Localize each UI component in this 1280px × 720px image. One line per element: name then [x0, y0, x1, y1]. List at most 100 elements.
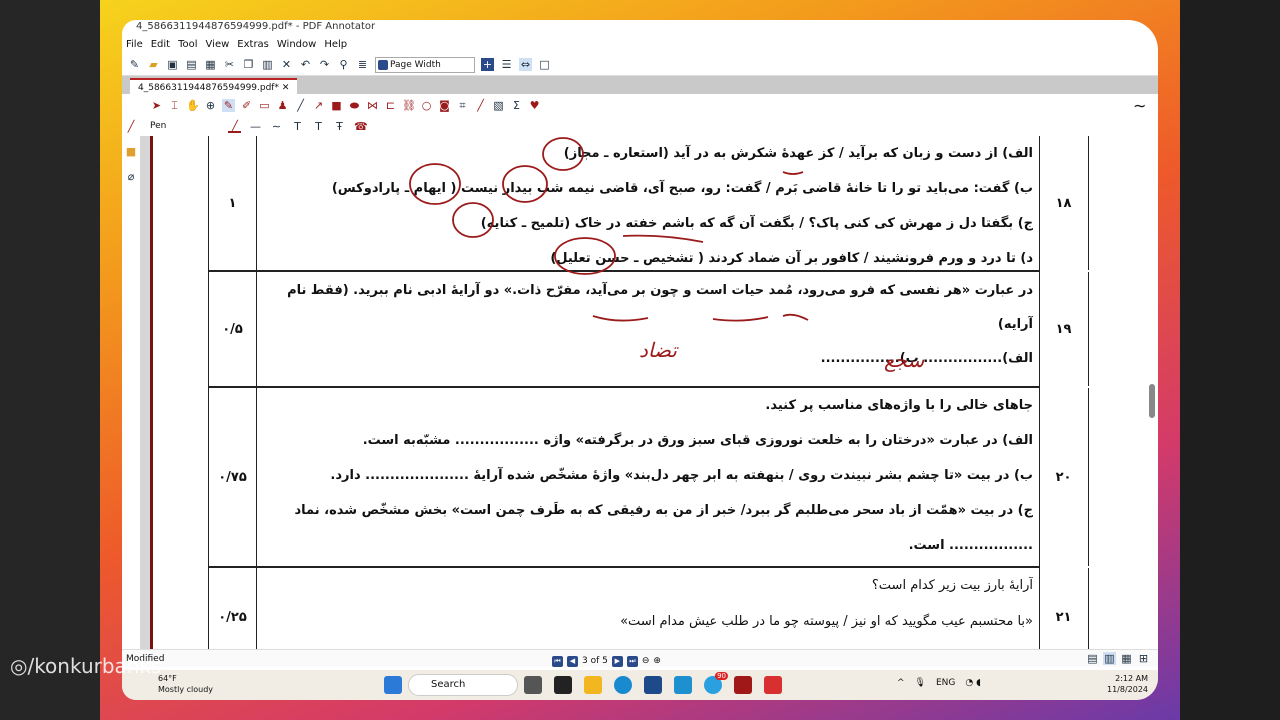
tab-strip: 4_5866311944876594999.pdf* ✕: [122, 76, 1158, 94]
taskbar-search[interactable]: Search: [408, 674, 518, 696]
text-select-icon[interactable]: ⌶: [168, 99, 181, 112]
document-viewport[interactable]: ۱ الف) از دست و زبان که برآید / کز عهدهٔ…: [140, 136, 1120, 649]
zoom-in-icon[interactable]: +: [481, 58, 494, 71]
document-tab[interactable]: 4_5866311944876594999.pdf* ✕: [130, 78, 298, 94]
pdf-annotator-icon[interactable]: [734, 676, 752, 694]
edge-icon[interactable]: [614, 676, 632, 694]
start-icon[interactable]: [384, 676, 402, 694]
line-width-icon[interactable]: —: [249, 120, 262, 133]
cut-icon[interactable]: ✂: [223, 58, 236, 71]
lasso-icon[interactable]: ○: [420, 99, 433, 112]
open-folder-icon[interactable]: ▰: [147, 58, 160, 71]
stamp-icon[interactable]: ♟: [276, 99, 289, 112]
arrow-icon[interactable]: ↗: [312, 99, 325, 112]
file-explorer-icon[interactable]: [584, 676, 602, 694]
menu-window[interactable]: Window: [277, 36, 316, 54]
menu-help[interactable]: Help: [324, 36, 347, 54]
single-page-view-icon[interactable]: ▤: [1086, 652, 1099, 665]
ruler-icon[interactable]: ╱: [474, 99, 487, 112]
two-page-view-icon[interactable]: ▦: [1120, 652, 1133, 665]
close-tab-icon[interactable]: ✕: [282, 83, 290, 93]
first-page-button[interactable]: ⏮: [552, 655, 563, 667]
redo-icon[interactable]: ↷: [318, 58, 331, 71]
next-page-button[interactable]: ▶: [611, 655, 623, 667]
line-icon[interactable]: ╱: [294, 99, 307, 112]
fit-width-icon[interactable]: ⇔: [519, 58, 532, 71]
find-icon[interactable]: ⚲: [337, 58, 350, 71]
vertical-scrollbar[interactable]: [1149, 384, 1155, 418]
highlighter-side-icon[interactable]: ■: [125, 145, 138, 158]
fit-height-icon[interactable]: ☰: [500, 58, 513, 71]
red-app-icon[interactable]: [764, 676, 782, 694]
language-indicator[interactable]: ENG: [936, 678, 955, 688]
rectangle-icon[interactable]: ■: [330, 99, 343, 112]
undo-icon[interactable]: ↶: [299, 58, 312, 71]
menu-edit[interactable]: Edit: [151, 36, 170, 54]
page-indicator[interactable]: 3 of 5: [582, 652, 608, 670]
callout-icon[interactable]: ⋈: [366, 99, 379, 112]
continuous-view-icon[interactable]: ▥: [1103, 652, 1116, 665]
link-icon[interactable]: ⛓: [402, 99, 416, 112]
tab-label: 4_5866311944876594999.pdf*: [138, 83, 279, 93]
telegram-icon[interactable]: 90: [704, 672, 728, 694]
select-arrow-icon[interactable]: ➤: [150, 99, 163, 112]
clock[interactable]: 2:12 AM 11/8/2024: [1107, 673, 1148, 695]
task-view-icon[interactable]: [554, 676, 572, 694]
clip-icon[interactable]: ⌀: [125, 170, 138, 183]
delete-icon[interactable]: ✕: [280, 58, 293, 71]
menu-view[interactable]: View: [206, 36, 230, 54]
wifi-volume-icon[interactable]: ◔ ◖: [965, 678, 980, 688]
app-icon[interactable]: [524, 676, 542, 694]
crop-icon[interactable]: ⌗: [456, 99, 469, 112]
search-placeholder: Search: [431, 679, 466, 690]
ellipse-icon[interactable]: ⬬: [348, 99, 361, 112]
highlighter-icon[interactable]: ✐: [240, 99, 253, 112]
sigma-icon[interactable]: Σ: [510, 99, 523, 112]
mic-icon[interactable]: 🎙: [915, 678, 926, 688]
annotation-circle: [409, 163, 461, 205]
grid-view-icon[interactable]: ⊞: [1137, 652, 1150, 665]
menu-file[interactable]: File: [126, 36, 143, 54]
tool-name: Pen: [150, 121, 167, 131]
print-icon[interactable]: ▦: [204, 58, 217, 71]
pen-app-icon[interactable]: [674, 676, 692, 694]
favorites-heart-icon[interactable]: ♥: [528, 99, 541, 112]
last-page-button[interactable]: ⏭: [626, 655, 638, 667]
image-icon[interactable]: ▧: [492, 99, 505, 112]
back-icon[interactable]: ⊖: [642, 652, 650, 670]
pdf-annotator-window: 4_5866311944876594999.pdf* - PDF Annotat…: [122, 20, 1158, 700]
window-title: 4_5866311944876594999.pdf* - PDF Annotat…: [136, 21, 376, 32]
store-icon[interactable]: [644, 676, 662, 694]
copy-icon[interactable]: ❐: [242, 58, 255, 71]
tray-chevron-icon[interactable]: ^: [897, 678, 905, 688]
full-page-icon[interactable]: □: [538, 58, 551, 71]
hand-icon[interactable]: ✋: [186, 99, 200, 112]
menu-tool[interactable]: Tool: [178, 36, 197, 54]
magnifier-icon[interactable]: ⊕: [204, 99, 217, 112]
pen-color-icon[interactable]: ╱: [228, 120, 241, 133]
annotation-circle: [554, 237, 616, 275]
status-bar: Modified ⏮ ◀ 3 of 5 ▶ ⏭ ⊖ ⊕ ▤ ▥ ▦ ⊞: [122, 649, 1158, 667]
annotation-toolbar: ➤ ⌶ ✋ ⊕ ✎ ✐ ▭ ♟ ╱ ↗ ■ ⬬ ⋈ ⊏ ⛓ ○ ◙ ⌗ ╱ ▧ …: [122, 94, 1158, 116]
phone-icon[interactable]: ☎: [354, 120, 368, 133]
forward-icon[interactable]: ⊕: [653, 652, 661, 670]
save-icon[interactable]: ▣: [166, 58, 179, 71]
text-bottom-icon[interactable]: T: [312, 120, 325, 133]
layout-icon[interactable]: ≣: [356, 58, 369, 71]
annotation-circle: [502, 165, 548, 203]
paste-icon[interactable]: ▥: [261, 58, 274, 71]
new-icon[interactable]: ✎: [128, 58, 141, 71]
eraser-icon[interactable]: ▭: [258, 99, 271, 112]
pdf-page: ۱ الف) از دست و زبان که برآید / کز عهدهٔ…: [150, 136, 1120, 649]
strike-icon[interactable]: Ŧ: [333, 120, 346, 133]
pen-tool-icon[interactable]: ✎: [222, 98, 235, 112]
pen-icon[interactable]: ╱: [125, 120, 138, 133]
text-top-icon[interactable]: T: [291, 120, 304, 133]
measure-icon[interactable]: ⊏: [384, 99, 397, 112]
camera-icon[interactable]: ◙: [438, 99, 451, 112]
prev-page-button[interactable]: ◀: [567, 655, 578, 667]
smooth-icon[interactable]: ∼: [270, 120, 283, 133]
save-as-icon[interactable]: ▤: [185, 58, 198, 71]
zoom-select[interactable]: Page Width: [375, 56, 475, 73]
menu-extras[interactable]: Extras: [237, 36, 269, 54]
